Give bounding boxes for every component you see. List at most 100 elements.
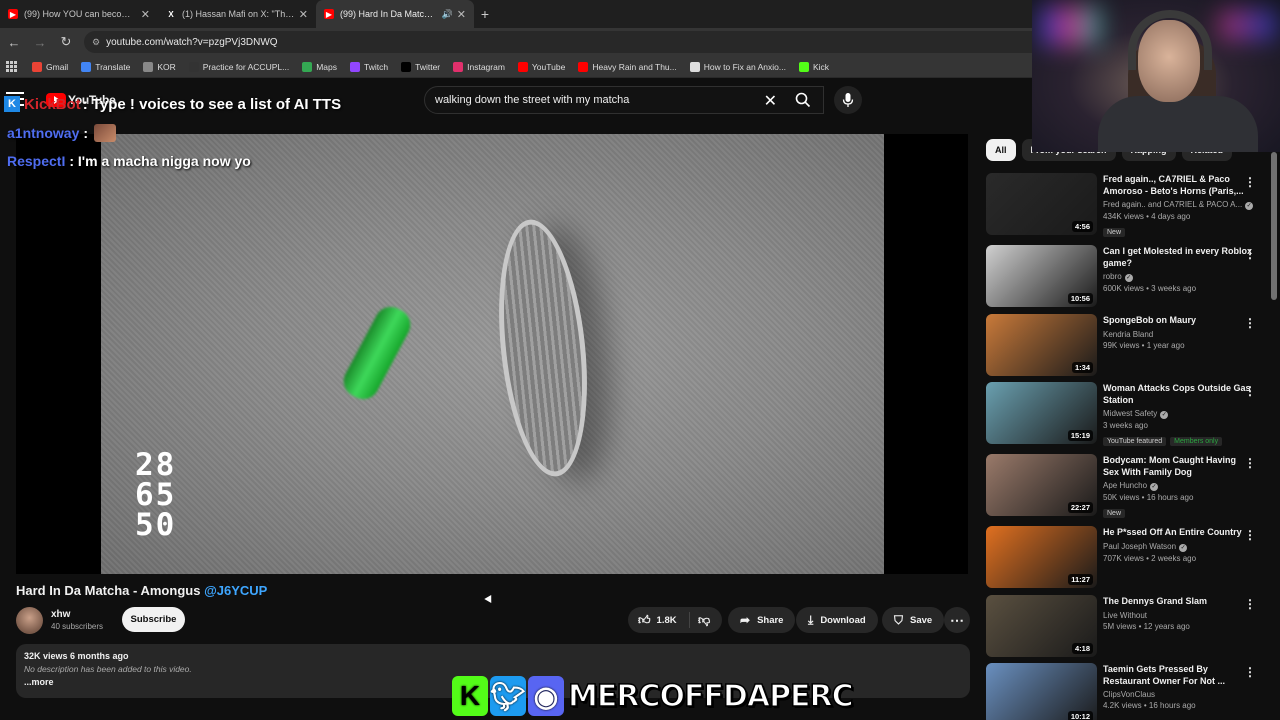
more-options-icon[interactable]: ⋮ xyxy=(1244,175,1256,189)
bookmark-item[interactable]: Gmail xyxy=(32,61,68,72)
subscribe-button[interactable]: Subscribe xyxy=(122,607,185,632)
channel-name[interactable]: xhw xyxy=(51,609,103,620)
recommendation-title[interactable]: He P*ssed Off An Entire Country xyxy=(1103,527,1253,539)
headphones-icon xyxy=(1128,10,1212,70)
share-button[interactable]: ➦ Share xyxy=(728,607,796,633)
more-options-icon[interactable]: ⋮ xyxy=(1244,528,1256,542)
bookmark-item[interactable]: Maps xyxy=(302,61,337,72)
dislike-button[interactable]: 👎︎ xyxy=(690,613,710,628)
more-options-icon[interactable]: ⋮ xyxy=(1244,316,1256,330)
bookmark-item[interactable]: Practice for ACCUPL... xyxy=(188,61,289,72)
recommendation-stats: 707K views • 2 weeks ago xyxy=(1103,553,1197,563)
bookmark-item[interactable]: Twitter xyxy=(401,61,440,72)
recommendation-title[interactable]: Bodycam: Mom Caught Having Sex With Fami… xyxy=(1103,455,1253,478)
address-bar[interactable]: ⚙ youtube.com/watch?v=pzgPVj3DNWQ xyxy=(84,31,1044,53)
like-button[interactable]: 👍︎ 1.8K xyxy=(628,612,690,628)
bookmark-item[interactable]: Instagram xyxy=(453,61,505,72)
tts-overlay: K KickBot : Type ! voices to see a list … xyxy=(4,92,341,116)
bookmark-item[interactable]: Heavy Rain and Thu... xyxy=(578,61,677,72)
video-player[interactable]: 28 65 50 xyxy=(16,134,968,574)
recommendation-item[interactable]: 4:18 The Dennys Grand Slam Live Without 5M … xyxy=(986,595,1272,659)
more-options-icon[interactable]: ⋮ xyxy=(1244,384,1256,398)
bookmark-item[interactable]: Kick xyxy=(798,61,829,72)
channel-avatar[interactable] xyxy=(16,606,43,634)
recommendation-item[interactable]: 11:27 He P*ssed Off An Entire Country Paul… xyxy=(986,526,1272,590)
recommendation-item[interactable]: 4:56 Fred again.., CA7RIEL & Paco Amoroso… xyxy=(986,173,1272,237)
close-icon[interactable]: ✕ xyxy=(299,8,308,21)
bookmark-item[interactable]: How to Fix an Anxio... xyxy=(689,61,786,72)
more-options-icon[interactable]: ⋮ xyxy=(1244,247,1256,261)
search-input[interactable]: walking down the street with my matcha ✕ xyxy=(424,86,824,114)
more-options-icon[interactable]: ⋮ xyxy=(1244,456,1256,470)
recommendation-item[interactable]: 10:56 Can I get Molested in every Roblox … xyxy=(986,245,1272,309)
browser-tab-2[interactable]: ▶ (99) Hard In Da Matcha - A 🔊 ✕ xyxy=(316,0,474,28)
more-actions-button[interactable]: ⋯ xyxy=(944,607,970,633)
video-thumbnail[interactable]: 10:12 xyxy=(986,663,1097,720)
bookmark-item[interactable]: Twitch xyxy=(350,61,389,72)
voice-search-button[interactable] xyxy=(834,86,862,114)
recommendation-title[interactable]: Can I get Molested in every Roblox game? xyxy=(1103,246,1253,269)
forward-button[interactable]: → xyxy=(28,30,52,54)
recommendation-title[interactable]: Woman Attacks Cops Outside Gas Station xyxy=(1103,383,1253,406)
recommendation-channel[interactable]: robro xyxy=(1103,272,1122,281)
recommendation-channel[interactable]: Midwest Safety xyxy=(1103,409,1157,418)
more-options-icon[interactable]: ⋮ xyxy=(1244,665,1256,679)
close-icon[interactable]: ✕ xyxy=(141,8,150,21)
bookmark-item[interactable]: KOR xyxy=(143,61,176,72)
recommendation-channel[interactable]: Kendria Bland xyxy=(1103,330,1153,339)
site-info-icon[interactable]: ⚙ xyxy=(92,37,100,48)
close-icon[interactable]: ✕ xyxy=(457,8,466,21)
speaker-icon[interactable]: 🔊 xyxy=(442,9,453,20)
recommendation-title[interactable]: SpongeBob on Maury xyxy=(1103,315,1253,327)
search-button[interactable] xyxy=(786,86,820,114)
recommendation-title[interactable]: The Dennys Grand Slam xyxy=(1103,596,1253,608)
bookmark-item[interactable]: Translate xyxy=(81,61,131,72)
more-options-icon[interactable]: ⋮ xyxy=(1244,597,1256,611)
chip-all[interactable]: All xyxy=(986,139,1016,161)
bookmark-label: How to Fix an Anxio... xyxy=(703,61,786,72)
save-button[interactable]: ⛉ Save xyxy=(882,607,945,633)
bookmark-label: Twitch xyxy=(364,61,389,72)
video-thumbnail[interactable]: 10:56 xyxy=(986,245,1097,307)
save-action: ⛉ Save xyxy=(882,607,945,633)
video-duration: 1:34 xyxy=(1071,362,1093,373)
reload-button[interactable]: ↻ xyxy=(54,30,78,54)
recommendation-badge: YouTube featured xyxy=(1103,437,1167,446)
browser-tab-1[interactable]: X (1) Hassan Mafi on X: "The po ✕ xyxy=(158,0,316,28)
recommendation-channel[interactable]: Ape Huncho xyxy=(1103,481,1147,490)
recommendation-stats: 50K views • 16 hours ago xyxy=(1103,493,1194,502)
video-frame[interactable]: 28 65 50 xyxy=(101,134,884,574)
clear-search-icon[interactable]: ✕ xyxy=(764,91,777,111)
video-title-tag[interactable]: @J6YCUP xyxy=(204,583,267,598)
webcam-overlay xyxy=(1032,0,1280,152)
video-thumbnail[interactable]: 22:27 xyxy=(986,454,1097,516)
recommendation-channel[interactable]: ClipsVonClaus xyxy=(1103,690,1155,699)
recommendation-item[interactable]: 1:34 SpongeBob on Maury Kendria Bland 99K v… xyxy=(986,314,1272,378)
recommendation-title[interactable]: Fred again.., CA7RIEL & Paco Amoroso - B… xyxy=(1103,174,1253,197)
video-thumbnail[interactable]: 4:18 xyxy=(986,595,1097,657)
browser-tab-0[interactable]: ▶ (99) How YOU can become a g ✕ xyxy=(0,0,158,28)
sidebar-scrollbar[interactable] xyxy=(1271,152,1277,300)
recommendation-item[interactable]: 15:19 Woman Attacks Cops Outside Gas Stat… xyxy=(986,382,1272,446)
back-button[interactable]: ← xyxy=(2,30,26,54)
video-thumbnail[interactable]: 1:34 xyxy=(986,314,1097,376)
video-thumbnail[interactable]: 15:19 xyxy=(986,382,1097,444)
bookmark-item[interactable]: YouTube xyxy=(517,61,565,72)
download-button[interactable]: ⤓ Download xyxy=(796,607,878,633)
recommendation-channel[interactable]: Paul Joseph Watson xyxy=(1103,542,1176,551)
video-thumbnail[interactable]: 11:27 xyxy=(986,526,1097,588)
recommendation-channel[interactable]: Live Without xyxy=(1103,611,1147,620)
tab-title: (99) Hard In Da Matcha - A xyxy=(340,9,438,19)
web-icon xyxy=(689,61,700,72)
video-thumbnail[interactable]: 4:56 xyxy=(986,173,1097,235)
recommendation-item[interactable]: 22:27 Bodycam: Mom Caught Having Sex With… xyxy=(986,454,1272,518)
recommendation-channel[interactable]: Fred again.. and CA7RIEL & PACO A... xyxy=(1103,200,1242,209)
microphone-icon xyxy=(842,93,854,107)
apps-icon[interactable] xyxy=(6,60,18,73)
recommendation-channel-row: Ape Huncho ✓ xyxy=(1103,481,1253,491)
recommendation-item[interactable]: 10:12 Taemin Gets Pressed By Restaurant O… xyxy=(986,663,1272,720)
bookmark-label: Translate xyxy=(95,61,131,72)
recommendation-title[interactable]: Taemin Gets Pressed By Restaurant Owner … xyxy=(1103,664,1253,687)
new-tab-button[interactable]: + xyxy=(474,0,496,28)
maps-icon xyxy=(302,61,313,72)
